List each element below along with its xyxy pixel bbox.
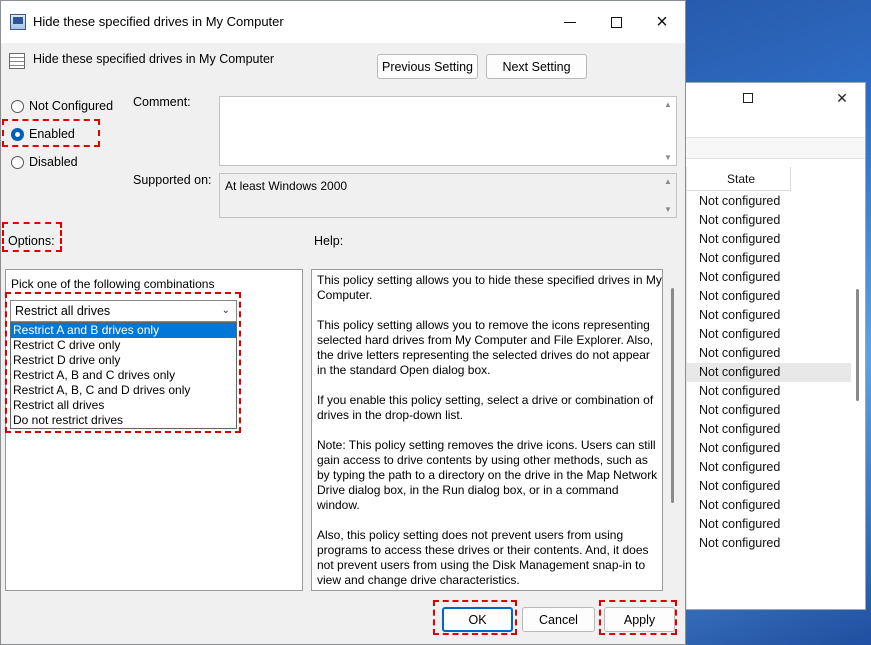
bg-close-icon[interactable]: ✕ — [819, 83, 865, 113]
help-scrollbar[interactable] — [671, 288, 674, 503]
radio-disabled[interactable]: Disabled — [11, 155, 78, 169]
list-item[interactable]: Not configured — [687, 382, 851, 401]
comment-label: Comment: — [133, 95, 191, 109]
list-item[interactable]: Not configured — [687, 439, 851, 458]
radio-disabled-circle[interactable] — [11, 155, 24, 169]
next-setting-button[interactable]: Next Setting — [486, 54, 587, 79]
policy-list: State Not configured Not configured Not co… — [686, 167, 851, 609]
group-policy-icon — [10, 14, 26, 30]
policy-dialog: Hide these specified drives in My Comput… — [0, 0, 686, 645]
list-item[interactable]: Not configured — [687, 211, 851, 230]
list-item[interactable]: Not configured — [687, 420, 851, 439]
radio-enabled[interactable]: Enabled — [11, 127, 75, 141]
background-scrollbar[interactable] — [856, 289, 859, 401]
list-item[interactable]: Not configured — [687, 306, 851, 325]
dropdown-option[interactable]: Restrict A and B drives only — [11, 323, 236, 338]
list-item[interactable]: Not configured — [687, 230, 851, 249]
radio-not-configured-circle[interactable] — [11, 99, 24, 113]
radio-not-configured[interactable]: Not Configured — [11, 99, 113, 113]
help-paragraph: Note: This policy setting removes the dr… — [317, 438, 658, 512]
radio-disabled-label: Disabled — [29, 155, 78, 169]
list-item[interactable]: Not configured — [687, 192, 851, 211]
dropdown-option[interactable]: Restrict D drive only — [11, 353, 236, 368]
supported-on-value: At least Windows 2000 — [225, 179, 348, 193]
comment-field[interactable]: ▲ ▼ — [219, 96, 677, 166]
scroll-down-icon[interactable]: ▼ — [664, 205, 672, 214]
radio-not-configured-label: Not Configured — [29, 99, 114, 113]
list-item[interactable]: Not configured — [687, 325, 851, 344]
list-item[interactable]: Not configured — [687, 268, 851, 287]
scroll-down-icon[interactable]: ▼ — [664, 153, 672, 162]
previous-setting-button[interactable]: Previous Setting — [377, 54, 478, 79]
chevron-down-icon[interactable]: ⌄ — [222, 305, 230, 316]
maximize-button[interactable] — [593, 1, 639, 43]
dropdown-option[interactable]: Do not restrict drives — [11, 413, 236, 428]
drive-combination-dropdown: Restrict A and B drives only Restrict C d… — [10, 322, 237, 429]
supported-scrollbar[interactable]: ▲ ▼ — [660, 174, 676, 217]
comment-scrollbar[interactable]: ▲ ▼ — [660, 97, 676, 165]
cancel-button[interactable]: Cancel — [522, 607, 595, 632]
help-paragraph: If you enable this policy setting, selec… — [317, 393, 654, 422]
scroll-up-icon[interactable]: ▲ — [664, 177, 672, 186]
dropdown-option[interactable]: Restrict C drive only — [11, 338, 236, 353]
drive-combination-value: Restrict all drives — [15, 304, 111, 318]
radio-enabled-circle[interactable] — [11, 127, 24, 141]
apply-button[interactable]: Apply — [604, 607, 675, 632]
window-title: Hide these specified drives in My Comput… — [33, 14, 284, 29]
minimize-icon — [564, 21, 576, 23]
maximize-icon — [610, 16, 622, 28]
close-icon: × — [656, 11, 668, 33]
options-label: Options: — [8, 234, 55, 248]
help-text: This policy setting allows you to hide t… — [317, 273, 662, 590]
state-column-header[interactable]: State — [687, 167, 791, 191]
list-item[interactable]: Not configured — [687, 515, 851, 534]
state-column-values: Not configured Not configured Not configur… — [687, 192, 851, 553]
options-prompt: Pick one of the following combinations — [11, 277, 215, 291]
supported-on-label: Supported on: — [133, 173, 212, 187]
policy-setting-icon — [9, 53, 25, 69]
ok-button[interactable]: OK — [442, 607, 513, 632]
scroll-up-icon[interactable]: ▲ — [664, 100, 672, 109]
list-item[interactable]: Not configured — [687, 496, 851, 515]
list-item[interactable]: Not configured — [687, 249, 851, 268]
close-button[interactable]: × — [639, 1, 685, 43]
list-item[interactable]: Not configured — [687, 363, 851, 382]
dropdown-option[interactable]: Restrict A, B and C drives only — [11, 368, 236, 383]
bg-maximize-icon[interactable] — [725, 83, 771, 113]
help-label: Help: — [314, 234, 344, 248]
supported-on-field: At least Windows 2000 ▲ ▼ — [219, 173, 677, 218]
dropdown-option[interactable]: Restrict A, B, C and D drives only — [11, 383, 236, 398]
radio-enabled-label: Enabled — [29, 127, 75, 141]
list-item[interactable]: Not configured — [687, 344, 851, 363]
list-item[interactable]: Not configured — [687, 458, 851, 477]
list-item[interactable]: Not configured — [687, 477, 851, 496]
list-item[interactable]: Not configured — [687, 534, 851, 553]
dropdown-option[interactable]: Restrict all drives — [11, 398, 236, 413]
list-item[interactable]: Not configured — [687, 401, 851, 420]
drive-combination-select[interactable]: Restrict all drives ⌄ — [10, 300, 237, 322]
help-paragraph: This policy setting allows you to remove… — [317, 318, 654, 377]
policy-header: Hide these specified drives in My Comput… — [33, 52, 275, 66]
help-panel: This policy setting allows you to hide t… — [311, 269, 663, 591]
title-bar: Hide these specified drives in My Comput… — [1, 1, 685, 43]
help-paragraph: Also, this policy setting does not preve… — [317, 528, 649, 587]
list-item[interactable]: Not configured — [687, 287, 851, 306]
help-paragraph: This policy setting allows you to hide t… — [317, 273, 662, 302]
minimize-button[interactable] — [547, 1, 593, 43]
